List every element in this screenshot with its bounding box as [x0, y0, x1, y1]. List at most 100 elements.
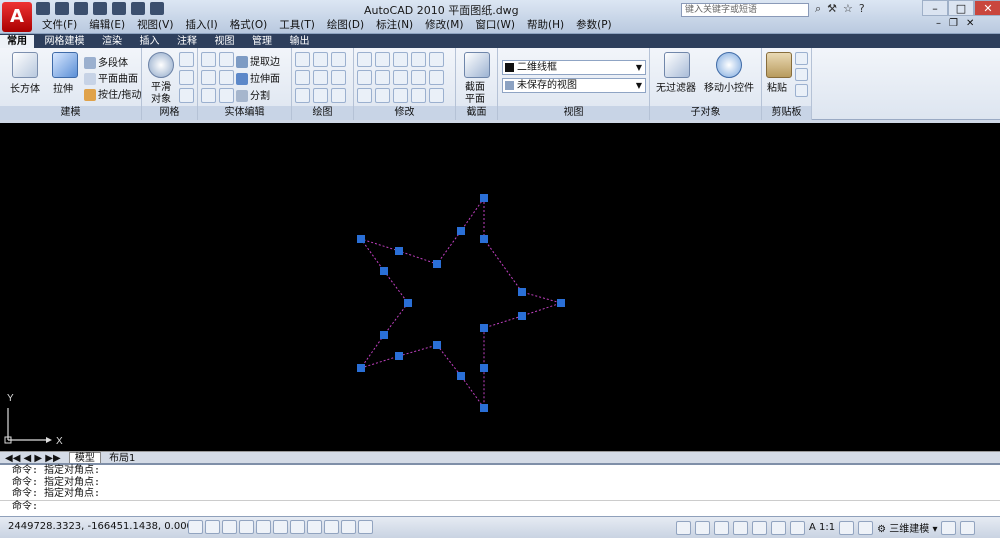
ray-icon[interactable] [313, 70, 328, 85]
maximize-button[interactable]: □ [948, 0, 974, 16]
open-icon[interactable] [55, 2, 69, 15]
fillet-icon[interactable] [411, 70, 426, 85]
match-properties-icon[interactable] [795, 84, 808, 97]
mesh-uncrease-icon[interactable] [179, 88, 194, 103]
rectangle-icon[interactable] [313, 88, 328, 103]
3d-mirror-icon[interactable] [357, 88, 372, 103]
erase-icon[interactable] [429, 88, 444, 103]
help-icon[interactable]: ? [859, 2, 865, 16]
lineweight-icon[interactable] [341, 520, 356, 534]
save-icon[interactable] [74, 2, 88, 15]
grip-point[interactable] [480, 235, 488, 243]
quick-view-drawings-icon[interactable] [714, 520, 729, 535]
grip-point[interactable] [480, 194, 488, 202]
move-gizmo-icon[interactable] [716, 52, 742, 78]
model-space-icon[interactable] [676, 520, 691, 535]
quick-view-layouts-icon[interactable] [695, 520, 710, 535]
pen-icon[interactable] [411, 88, 426, 103]
tab-home[interactable]: 常用 [0, 35, 34, 49]
panel-label-modeling[interactable]: 建模 [0, 106, 141, 120]
grip-point[interactable] [480, 404, 488, 412]
showmotion-icon[interactable] [790, 520, 805, 535]
redo-icon[interactable] [112, 2, 126, 15]
tab-mesh-modeling[interactable]: 网格建模 [38, 35, 92, 49]
lock-icon[interactable] [941, 520, 957, 535]
mirror-icon[interactable] [393, 88, 408, 103]
smooth-object-icon[interactable] [148, 52, 174, 78]
tab-output[interactable]: 输出 [283, 35, 317, 49]
panel-label-section[interactable]: 截面 [456, 106, 497, 120]
subtract-icon[interactable] [219, 52, 234, 67]
planar-surface-button[interactable]: 平面曲面 [84, 70, 138, 85]
favorites-icon[interactable]: ☆ [843, 2, 853, 16]
panel-label-view[interactable]: 视图 [498, 106, 649, 120]
menu-help[interactable]: 帮助(H) [521, 18, 570, 32]
menu-view[interactable]: 视图(V) [131, 18, 179, 32]
drawing-area[interactable]: Y X [0, 123, 1000, 451]
tab-render[interactable]: 渲染 [95, 35, 129, 49]
panel-label-modify[interactable]: 修改 [354, 106, 455, 120]
no-filter-icon[interactable] [664, 52, 690, 78]
array-icon[interactable] [375, 88, 390, 103]
spline-icon[interactable] [295, 70, 310, 85]
panel-label-clipboard[interactable]: 剪贴板 [762, 106, 811, 120]
grip-point[interactable] [357, 364, 365, 372]
plot-icon[interactable] [131, 2, 145, 15]
grid-icon[interactable] [205, 520, 220, 534]
panel-label-solid-editing[interactable]: 实体编辑 [198, 106, 291, 120]
new-icon[interactable] [36, 2, 50, 15]
steeringwheel-icon[interactable] [771, 520, 786, 535]
arc-icon[interactable] [331, 52, 346, 67]
visual-style-select[interactable]: 二维线框 ▼ [502, 60, 646, 75]
grip-point[interactable] [433, 260, 441, 268]
application-menu-button[interactable]: A [2, 2, 32, 32]
grip-point[interactable] [518, 288, 526, 296]
3d-align-icon[interactable] [375, 70, 390, 85]
menu-format[interactable]: 格式(O) [224, 18, 273, 32]
auto-scale-icon[interactable] [858, 520, 874, 535]
minimize-button[interactable]: – [922, 0, 948, 16]
grip-point[interactable] [395, 352, 403, 360]
command-input[interactable]: 命令: [0, 499, 1000, 513]
paste-icon[interactable] [766, 52, 792, 78]
line-icon[interactable] [295, 52, 310, 67]
drawing-close-icon[interactable]: ✕ [966, 18, 974, 29]
copy-clip-icon[interactable] [795, 68, 808, 81]
move-gizmo-button[interactable]: 移动小控件 [704, 79, 754, 94]
drawing-restore-icon[interactable]: ❐ [949, 18, 958, 29]
polysolid-button[interactable]: 多段体 [84, 54, 128, 69]
box-icon[interactable] [12, 52, 38, 78]
dyn-icon[interactable] [324, 520, 339, 534]
qat-dropdown-icon[interactable] [150, 2, 164, 15]
rotate-icon[interactable] [393, 70, 408, 85]
section-plane-icon[interactable] [464, 52, 490, 78]
intersect-icon[interactable] [201, 70, 216, 85]
polar-icon[interactable] [239, 520, 254, 534]
copy-icon[interactable] [411, 52, 426, 67]
box-button[interactable]: 长方体 [10, 80, 40, 95]
saved-view-select[interactable]: 未保存的视图 ▼ [502, 78, 646, 93]
ducs-icon[interactable] [307, 520, 322, 534]
pan-icon[interactable] [733, 520, 748, 535]
shell-icon[interactable] [201, 88, 216, 103]
menu-draw[interactable]: 绘图(D) [321, 18, 370, 32]
grip-point[interactable] [457, 372, 465, 380]
panel-label-mesh[interactable]: 网格 [142, 106, 197, 120]
grip-point[interactable] [518, 312, 526, 320]
panel-label-subobject[interactable]: 子对象 [650, 106, 761, 120]
binoculars-icon[interactable]: ⌕ [815, 2, 821, 16]
tab-annotate[interactable]: 注释 [170, 35, 204, 49]
polygon-icon[interactable] [295, 88, 310, 103]
mesh-crease-icon[interactable] [179, 70, 194, 85]
paste-button[interactable]: 粘贴 [767, 79, 787, 94]
separate-button[interactable]: 分割 [236, 87, 270, 102]
imprint-icon[interactable] [219, 70, 234, 85]
tab-manage[interactable]: 管理 [245, 35, 279, 49]
grip-point[interactable] [380, 331, 388, 339]
grip-point[interactable] [404, 299, 412, 307]
grip-point[interactable] [557, 299, 565, 307]
annotation-visibility-icon[interactable] [839, 520, 855, 535]
otrack-icon[interactable] [290, 520, 305, 534]
grip-point[interactable] [357, 235, 365, 243]
extrude-faces-button[interactable]: 拉伸面 [236, 70, 280, 85]
